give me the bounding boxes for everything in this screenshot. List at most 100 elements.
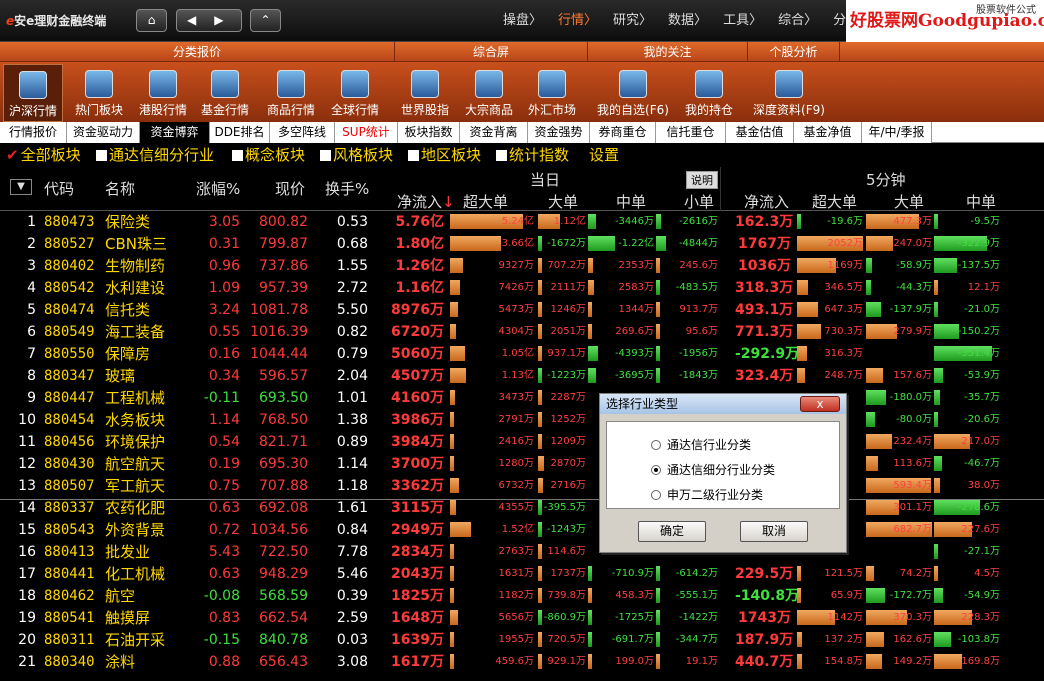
top-tab-4[interactable]: 工具〉	[715, 0, 770, 42]
col-big-5m[interactable]: 大单	[894, 191, 924, 212]
top-tab-2[interactable]: 研究〉	[605, 0, 660, 42]
icon-button-8[interactable]: 外汇市场	[524, 64, 580, 122]
top-tab-1[interactable]: 行情〉	[550, 0, 605, 42]
col-super[interactable]: 超大单	[463, 191, 508, 212]
sub-tab-4[interactable]: 多空阵线	[270, 122, 335, 143]
option-tdx-sub-industry[interactable]: 通达信细分行业分类	[651, 461, 775, 478]
top-tab-3[interactable]: 数据〉	[660, 0, 715, 42]
icon-button-10[interactable]: 我的持仓	[680, 64, 738, 122]
table-row[interactable]: 15 880543 外资背景 0.72 1034.56 0.84 2949万 1.52亿 -12…	[0, 519, 1044, 541]
option-sw-industry[interactable]: 申万二级行业分类	[651, 486, 763, 503]
col-small[interactable]: 小单	[684, 191, 714, 212]
table-row[interactable]: 4 880542 水利建设 1.09 957.39 2.72 1.16亿 318.3万 7426…	[0, 277, 1044, 299]
col-turnover[interactable]: 换手%	[325, 178, 369, 199]
icon-button-7[interactable]: 大宗商品	[460, 64, 518, 122]
forward-icon[interactable]: ▶	[214, 13, 223, 27]
col-mid[interactable]: 中单	[616, 191, 646, 212]
radio-icon[interactable]	[651, 490, 661, 500]
cell-big: 2051万	[550, 326, 586, 337]
sub-tab-9[interactable]: 券商重仓	[590, 122, 656, 143]
table-row[interactable]: 17 880441 化工机械 0.63 948.29 5.46 2043万 229.5万 163…	[0, 563, 1044, 585]
col-name[interactable]: 名称	[105, 178, 135, 199]
collapse-button[interactable]: ⌃	[250, 9, 281, 32]
table-row[interactable]: 9 880447 工程机械 -0.11 693.50 1.01 4160万 3473万 2287…	[0, 387, 1044, 409]
top-tab-5[interactable]: 综合〉	[770, 0, 825, 42]
icon-button-1[interactable]: 热门板块	[70, 64, 128, 122]
back-icon[interactable]: ◀	[187, 13, 196, 27]
explain-button[interactable]: 说明	[686, 171, 718, 189]
table-row[interactable]: 13 880507 军工航天 0.75 707.88 1.18 3362万 6732万 2716…	[0, 475, 1044, 497]
sub-tab-2[interactable]: 资金博弈	[140, 122, 210, 143]
table-row[interactable]: 19 880541 触摸屏 0.83 662.54 2.59 1648万 1743万 5656万…	[0, 607, 1044, 629]
checkbox-icon[interactable]	[320, 150, 331, 161]
sub-tab-11[interactable]: 基金估值	[726, 122, 794, 143]
table-row[interactable]: 20 880311 石油开采 -0.15 840.78 0.03 1639万 187.9万 19…	[0, 629, 1044, 651]
table-row[interactable]: 21 880340 涂料 0.88 656.43 3.08 1617万 440.7万 459.6…	[0, 651, 1044, 673]
close-button[interactable]: x	[800, 396, 840, 412]
sub-tab-3[interactable]: DDE排名	[210, 122, 270, 143]
sub-tab-7[interactable]: 资金背离	[460, 122, 528, 143]
checkbox-icon[interactable]	[232, 150, 243, 161]
sub-tab-13[interactable]: 年/中/季报	[862, 122, 932, 143]
cell-big-5m: -44.3万	[896, 282, 932, 293]
cell-price: 821.71	[259, 434, 308, 450]
option-tdx-industry[interactable]: 通达信行业分类	[651, 436, 751, 453]
top-tab-0[interactable]: 操盘〉	[495, 0, 550, 42]
icon-button-3[interactable]: 基金行情	[196, 64, 254, 122]
table-row[interactable]: 8 880347 玻璃 0.34 596.57 2.04 4507万 323.4万 1.13亿 -…	[0, 365, 1044, 387]
radio-selected-icon[interactable]	[651, 465, 661, 475]
col-net-5m[interactable]: 净流入	[744, 191, 789, 212]
category-analysis: 个股分析	[748, 42, 840, 62]
sub-tab-10[interactable]: 信托重仓	[656, 122, 726, 143]
table-row[interactable]: 10 880454 水务板块 1.14 768.50 1.38 3986万 2791万 1252…	[0, 409, 1044, 431]
home-button[interactable]: ⌂	[136, 9, 167, 32]
filter-all[interactable]: ✔ 全部板块	[6, 145, 81, 165]
table-row[interactable]: 6 880549 海工装备 0.55 1016.39 0.82 6720万 771.3万 430…	[0, 321, 1044, 343]
table-row[interactable]: 12 880430 航空航天 0.19 695.30 1.14 3700万 1280万 2870…	[0, 453, 1044, 475]
table-row[interactable]: 11 880456 环境保护 0.54 821.71 0.89 3984万 2416万 1209…	[0, 431, 1044, 453]
icon-button-0[interactable]: 沪深行情	[3, 64, 63, 122]
icon-button-11[interactable]: 深度资料(F9)	[752, 64, 826, 122]
checkbox-icon[interactable]	[408, 150, 419, 161]
sub-tab-12[interactable]: 基金净值	[794, 122, 862, 143]
filter-style[interactable]: 风格板块	[320, 145, 393, 165]
table-row[interactable]: 16 880413 批发业 5.43 722.50 7.78 2834万 2763万 114.6…	[0, 541, 1044, 563]
col-super-5m[interactable]: 超大单	[812, 191, 857, 212]
table-row[interactable]: 7 880550 保障房 0.16 1044.44 0.79 5060万 -292.9万 1.0…	[0, 343, 1044, 365]
col-change[interactable]: 涨幅%	[196, 178, 240, 199]
table-row[interactable]: 1 880473 保险类 3.05 800.82 0.53 5.76亿 162.3万 5.24亿…	[0, 211, 1044, 233]
sub-tab-8[interactable]: 资金强势	[528, 122, 590, 143]
filter-tdx[interactable]: 通达信细分行业	[96, 145, 214, 165]
table-row[interactable]: 2 880527 CBN珠三 0.31 799.87 0.68 1.80亿 1767万 3.66…	[0, 233, 1044, 255]
icon-button-6[interactable]: 世界股指	[396, 64, 454, 122]
cell-super: 7426万	[498, 282, 534, 293]
table-row[interactable]: 14 880337 农药化肥 0.63 692.08 1.61 3115万 4355万 -395…	[0, 497, 1044, 519]
sub-tab-0[interactable]: 行情报价	[0, 122, 67, 143]
sort-dropdown[interactable]: ▼	[10, 179, 32, 195]
icon-button-9[interactable]: 我的自选(F6)	[593, 64, 673, 122]
radio-icon[interactable]	[651, 440, 661, 450]
back-forward-buttons[interactable]: ◀ ▶	[176, 9, 242, 32]
table-row[interactable]: 18 880462 航空 -0.08 568.59 0.39 1825万 -140.8万 118…	[0, 585, 1044, 607]
col-price[interactable]: 现价	[275, 178, 305, 199]
icon-button-4[interactable]: 商品行情	[262, 64, 320, 122]
filter-settings[interactable]: 设置	[589, 145, 619, 165]
checkbox-icon[interactable]	[96, 150, 107, 161]
filter-concept[interactable]: 概念板块	[232, 145, 305, 165]
icon-button-2[interactable]: 港股行情	[134, 64, 192, 122]
cancel-button[interactable]: 取消	[740, 521, 808, 542]
col-big[interactable]: 大单	[548, 191, 578, 212]
sub-tab-5[interactable]: SUP统计	[335, 122, 398, 143]
col-net[interactable]: 净流入↓	[397, 191, 455, 212]
sub-tab-1[interactable]: 资金驱动力	[67, 122, 140, 143]
table-row[interactable]: 5 880474 信托类 3.24 1081.78 5.50 8976万 493.1万 5473…	[0, 299, 1044, 321]
checkbox-icon[interactable]	[496, 150, 507, 161]
filter-stats[interactable]: 统计指数	[496, 145, 569, 165]
filter-region[interactable]: 地区板块	[408, 145, 481, 165]
sub-tab-6[interactable]: 板块指数	[398, 122, 460, 143]
icon-button-5[interactable]: 全球行情	[326, 64, 384, 122]
col-mid-5m[interactable]: 中单	[966, 191, 996, 212]
col-code[interactable]: 代码	[44, 178, 74, 199]
table-row[interactable]: 3 880402 生物制药 0.96 737.86 1.55 1.26亿 1036万 9327万…	[0, 255, 1044, 277]
ok-button[interactable]: 确定	[638, 521, 706, 542]
